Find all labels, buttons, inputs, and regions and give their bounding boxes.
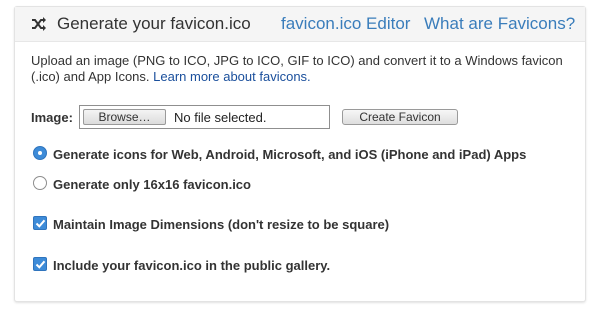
option-public-gallery-label: Include your favicon.ico in the public g… — [53, 258, 331, 273]
file-status: No file selected. — [174, 110, 267, 125]
checkmark-icon — [35, 260, 46, 269]
option-all-icons[interactable]: Generate icons for Web, Android, Microso… — [33, 146, 533, 162]
file-input[interactable]: Browse… No file selected. — [79, 105, 330, 129]
what-are-favicons-link[interactable]: What are Favicons? — [424, 14, 575, 34]
favicon-editor-link[interactable]: favicon.ico Editor — [281, 14, 410, 34]
favicon-generator-panel: Generate your favicon.ico favicon.ico Ed… — [14, 6, 586, 302]
option-16x16[interactable]: Generate only 16x16 favicon.ico — [33, 176, 273, 192]
option-maintain-dimensions-label: Maintain Image Dimensions (don't resize … — [53, 217, 390, 232]
checkbox-public-gallery[interactable] — [33, 257, 47, 271]
checkmark-icon — [35, 219, 46, 228]
checkbox-maintain-dimensions[interactable] — [33, 216, 47, 230]
radio-all-icons[interactable] — [33, 146, 47, 160]
intro-text: Upload an image (PNG to ICO, JPG to ICO,… — [31, 53, 579, 85]
page-title: Generate your favicon.ico — [57, 14, 251, 33]
shuffle-icon — [31, 16, 47, 32]
panel-header: Generate your favicon.ico favicon.ico Ed… — [15, 7, 585, 42]
browse-button[interactable]: Browse… — [83, 109, 166, 125]
create-favicon-button[interactable]: Create Favicon — [342, 109, 458, 125]
option-16x16-label: Generate only 16x16 favicon.ico — [53, 177, 251, 192]
option-maintain-dimensions[interactable]: Maintain Image Dimensions (don't resize … — [33, 216, 413, 232]
option-all-icons-label: Generate icons for Web, Android, Microso… — [53, 147, 527, 162]
learn-more-link[interactable]: Learn more about favicons. — [153, 69, 311, 84]
image-label: Image: — [31, 110, 73, 125]
option-public-gallery[interactable]: Include your favicon.ico in the public g… — [33, 257, 353, 273]
radio-16x16[interactable] — [33, 176, 47, 190]
